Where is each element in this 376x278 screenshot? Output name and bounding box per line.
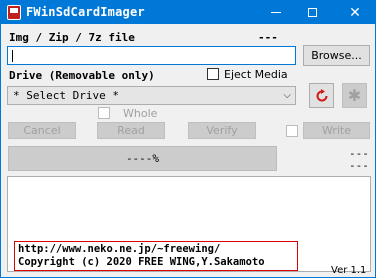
drive-label: Drive (Removable only): [9, 69, 155, 82]
progress-bar: ----%: [8, 146, 277, 171]
image-file-size: ---: [258, 31, 278, 44]
status-line-2: ---: [349, 159, 369, 172]
read-button[interactable]: Read: [97, 122, 165, 139]
image-file-input[interactable]: [7, 46, 296, 65]
minimize-icon: [271, 12, 281, 13]
image-file-label: Img / Zip / 7z file: [9, 31, 135, 44]
version-label: Ver 1.1: [331, 265, 367, 276]
settings-button[interactable]: ✱: [342, 83, 367, 108]
close-icon: ✕: [349, 4, 361, 21]
write-checkbox[interactable]: [286, 125, 298, 137]
browse-button[interactable]: Browse...: [303, 45, 370, 66]
drive-select[interactable]: * Select Drive * ⌵: [7, 86, 296, 105]
minimize-button[interactable]: [259, 1, 293, 24]
chevron-down-icon: ⌵: [283, 90, 291, 101]
text-caret: [12, 50, 13, 62]
copyright-text: Copyright (c) 2020 FREE WING,Y.Sakamoto: [18, 256, 265, 268]
close-button[interactable]: ✕: [335, 1, 375, 24]
copyright-box: http://www.neko.ne.jp/~freewing/ Copyrig…: [14, 241, 298, 271]
drive-select-value: * Select Drive *: [13, 89, 119, 102]
maximize-button[interactable]: [295, 1, 329, 24]
whole-label: Whole: [123, 107, 158, 120]
progress-text: ----%: [125, 152, 160, 165]
refresh-icon: [316, 88, 327, 101]
verify-button[interactable]: Verify: [188, 122, 256, 139]
title-bar[interactable]: FWinSdCardImager ✕: [1, 1, 375, 24]
eject-media-checkbox[interactable]: [207, 68, 219, 80]
maximize-icon: [307, 8, 317, 17]
eject-media-label: Eject Media: [224, 68, 288, 81]
write-button[interactable]: Write: [303, 122, 370, 139]
homepage-link[interactable]: http://www.neko.ne.jp/~freewing/: [18, 243, 294, 256]
whole-checkbox[interactable]: [98, 107, 110, 119]
app-window: FWinSdCardImager ✕ Img / Zip / 7z file -…: [0, 0, 376, 278]
log-area[interactable]: http://www.neko.ne.jp/~freewing/ Copyrig…: [7, 176, 371, 272]
cancel-button[interactable]: Cancel: [8, 122, 76, 139]
sd-card-icon: [7, 5, 21, 20]
asterisk-icon: ✱: [347, 85, 362, 105]
refresh-button[interactable]: [309, 83, 334, 108]
window-title: FWinSdCardImager: [26, 5, 145, 19]
